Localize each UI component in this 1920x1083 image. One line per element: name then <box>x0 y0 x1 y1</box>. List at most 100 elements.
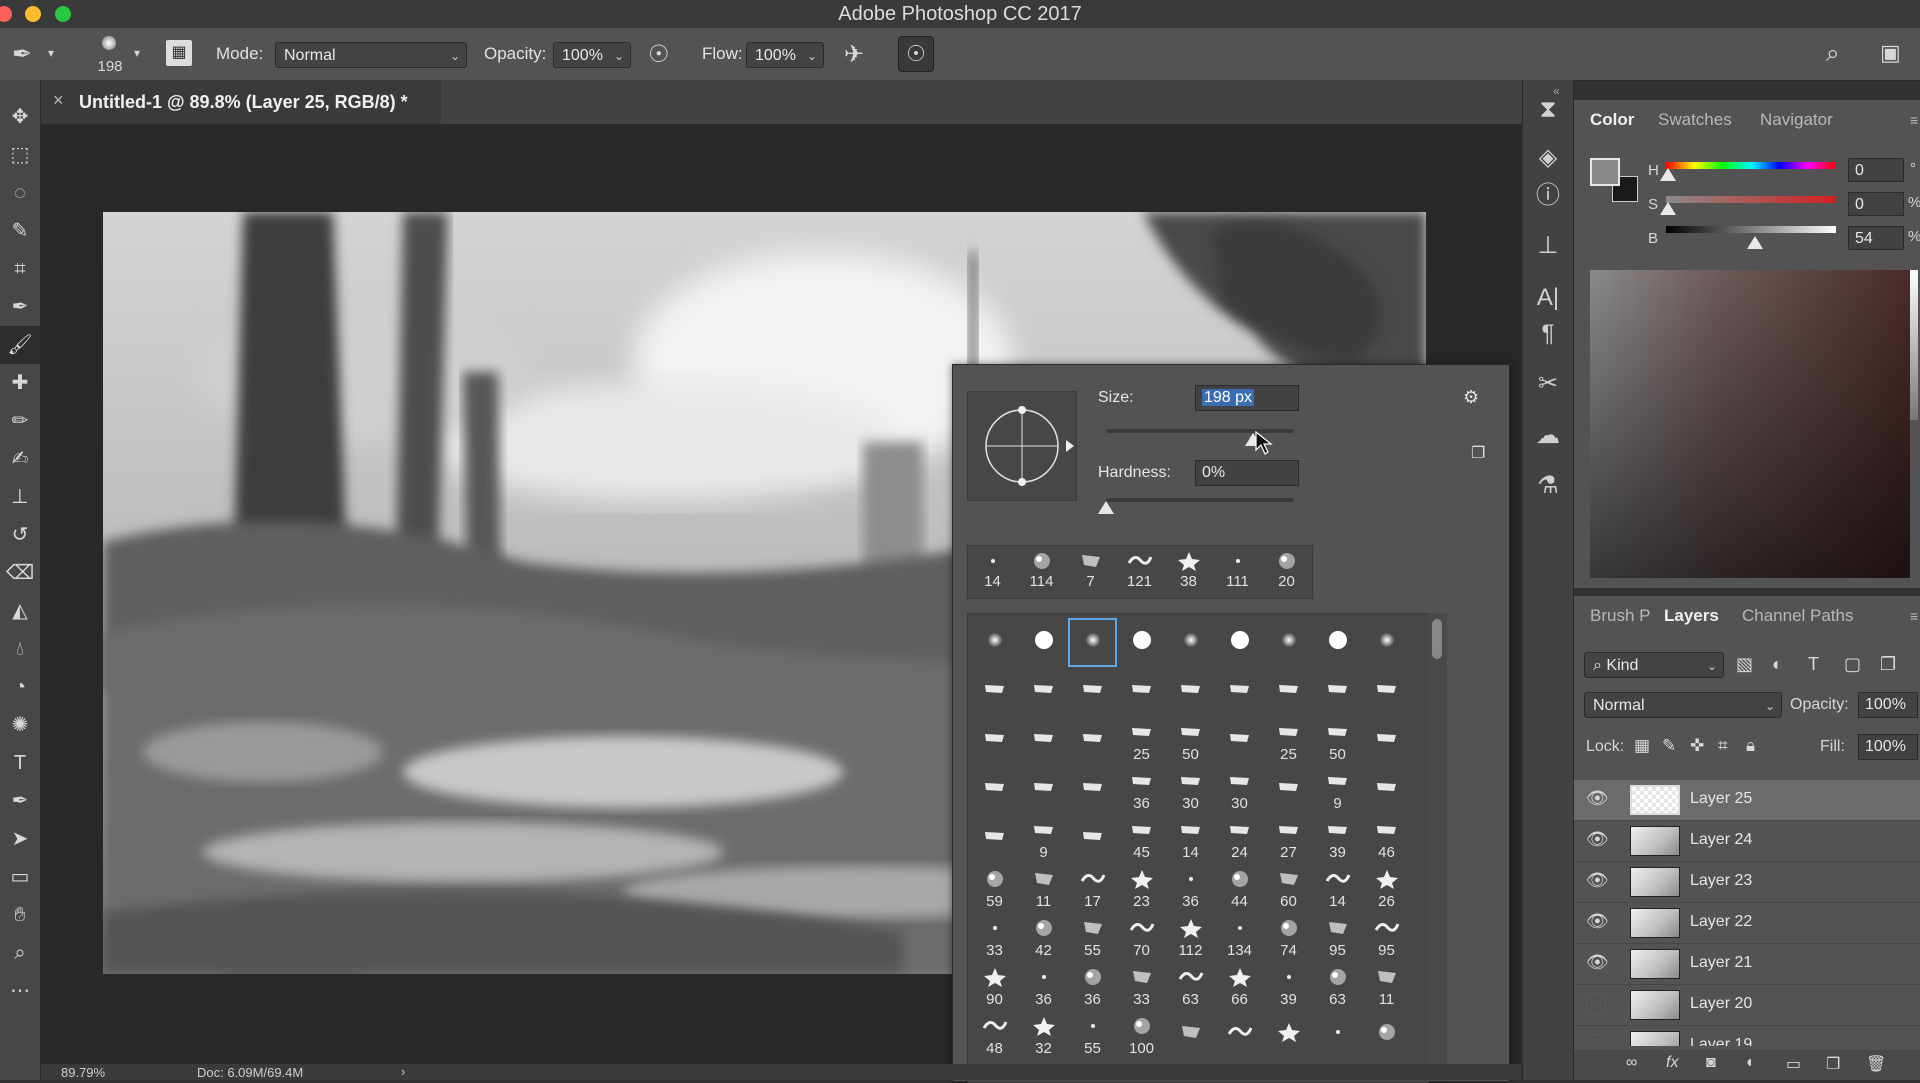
layer-thumbnail[interactable] <box>1630 867 1680 897</box>
brush-preset[interactable] <box>1264 765 1313 814</box>
brush-preset[interactable]: 9 <box>1313 765 1362 814</box>
lock-all-icon[interactable]: 🔒︎ <box>1746 736 1755 756</box>
brush-preset[interactable] <box>1215 716 1264 765</box>
crop-icon[interactable]: ⌗ <box>0 250 40 288</box>
brush-preset-icon[interactable]: ✒ <box>12 40 32 69</box>
brush-preset[interactable]: 9 <box>1019 814 1068 863</box>
pencil-icon[interactable]: ✏ <box>0 402 40 440</box>
brush-preset[interactable] <box>1166 618 1215 667</box>
brush-preset[interactable] <box>1019 667 1068 716</box>
layer-row[interactable]: 👁︎ Layer 24 <box>1574 821 1920 862</box>
hardness-slider-thumb[interactable] <box>1098 501 1114 514</box>
blend-mode-dropdown[interactable]: Normal ⌄ <box>1584 692 1782 718</box>
brush-preset[interactable] <box>970 765 1019 814</box>
layer-thumbnail[interactable] <box>1630 1031 1680 1046</box>
brightness-slider[interactable] <box>1666 226 1836 233</box>
brush-preset[interactable]: 14 <box>1313 863 1362 912</box>
eye-hidden-icon[interactable] <box>1586 993 1606 1015</box>
color-field[interactable] <box>1590 270 1910 578</box>
tab-channels[interactable]: Channel <box>1742 596 1805 636</box>
layer-thumbnail[interactable] <box>1630 785 1680 815</box>
brush-preset[interactable]: 26 <box>1362 863 1411 912</box>
3d-icon[interactable]: ◈ <box>1523 138 1573 178</box>
history-brush-icon[interactable]: ↺ <box>0 516 40 554</box>
eye-hidden-icon[interactable] <box>1586 1034 1606 1046</box>
brush-preset[interactable]: 11 <box>1019 863 1068 912</box>
quick-select-icon[interactable]: ✎ <box>0 212 40 250</box>
minimize-window-button[interactable] <box>25 6 41 22</box>
brush-preset[interactable]: 42 <box>1019 912 1068 961</box>
brush-preset[interactable]: 95 <box>1313 912 1362 961</box>
brush-preset[interactable] <box>1313 1010 1362 1059</box>
brush-preset[interactable]: 100 <box>1117 1010 1166 1059</box>
mixer-brush-icon[interactable]: ✍ <box>0 440 40 478</box>
brush-preset[interactable]: 48 <box>970 1010 1019 1059</box>
brush-preset[interactable] <box>1264 667 1313 716</box>
recent-brush[interactable]: 114 <box>1017 547 1066 596</box>
link-layers-icon[interactable]: ∞ <box>1626 1054 1637 1072</box>
trash-icon[interactable]: 🗑︎ <box>1866 1054 1886 1074</box>
brush-angle-preview[interactable] <box>967 391 1077 501</box>
filter-kind-dropdown[interactable]: ⌕ Kind ⌄ <box>1584 652 1724 678</box>
eye-icon[interactable]: 👁︎ <box>1586 788 1609 809</box>
layer-row[interactable]: 👁︎ Layer 23 <box>1574 862 1920 903</box>
brush-preset[interactable]: 55 <box>1068 912 1117 961</box>
hardness-input[interactable]: 0% <box>1195 460 1299 486</box>
brush-preset[interactable] <box>1362 667 1411 716</box>
lock-artboard-icon[interactable]: ⌗ <box>1718 736 1728 756</box>
brush-preset[interactable] <box>1068 814 1117 863</box>
panel-menu-icon[interactable]: ≡ <box>1910 608 1918 624</box>
brush-preset[interactable]: 33 <box>1117 961 1166 1010</box>
brush-preset[interactable] <box>1068 667 1117 716</box>
brush-preset[interactable] <box>1166 667 1215 716</box>
recent-brush[interactable]: 7 <box>1066 547 1115 596</box>
paragraph-icon[interactable]: ¶ <box>1523 314 1573 354</box>
brightness-slider-thumb[interactable] <box>1747 236 1763 249</box>
brush-preset[interactable]: 30 <box>1215 765 1264 814</box>
path-select-icon[interactable]: ➤ <box>0 820 40 858</box>
saturation-slider-thumb[interactable] <box>1660 202 1676 215</box>
info-icon[interactable]: ⓘ <box>1523 176 1573 216</box>
brush-preset[interactable]: 23 <box>1117 863 1166 912</box>
dodge-icon[interactable]: ◔ <box>0 668 40 706</box>
brush-preset[interactable] <box>1362 1010 1411 1059</box>
brush-preset[interactable] <box>1313 618 1362 667</box>
type-icon[interactable]: T <box>0 744 40 782</box>
chevron-down-icon[interactable]: ⌄ <box>614 43 624 69</box>
brush-preset[interactable] <box>1362 618 1411 667</box>
new-layer-icon[interactable]: ❐ <box>1826 1054 1840 1074</box>
sponge-icon[interactable]: ✺ <box>0 706 40 744</box>
layer-row[interactable]: 👁︎ Layer 25 <box>1574 780 1920 821</box>
brush-preset[interactable]: 50 <box>1166 716 1215 765</box>
lock-transparent-icon[interactable]: ▦ <box>1634 736 1650 756</box>
brush-preset-chevron-icon[interactable]: ▾ <box>48 46 54 60</box>
zoom-icon[interactable]: ⌕ <box>0 934 40 972</box>
tab-paths[interactable]: Paths <box>1810 596 1853 636</box>
character-icon[interactable]: A| <box>1523 278 1573 318</box>
pen-icon[interactable]: ✒ <box>0 782 40 820</box>
zoom-readout[interactable]: 89.79% <box>61 1065 105 1080</box>
brush-preset[interactable] <box>1019 765 1068 814</box>
eye-icon[interactable]: 👁︎ <box>1586 911 1609 932</box>
brush-preset[interactable]: 45 <box>1117 814 1166 863</box>
filter-type-icon[interactable]: T <box>1808 654 1819 675</box>
recent-brush[interactable]: 20 <box>1262 547 1311 596</box>
add-mask-icon[interactable]: ◙ <box>1706 1054 1716 1072</box>
workspace-icon[interactable]: ▣ <box>1880 40 1901 66</box>
brush-preset[interactable] <box>970 667 1019 716</box>
adjustment-layer-icon[interactable]: ◐ <box>1746 1054 1756 1072</box>
pressure-size-icon[interactable]: ☉ <box>898 36 934 72</box>
brush-preset[interactable]: 74 <box>1264 912 1313 961</box>
brush-preset[interactable]: 63 <box>1166 961 1215 1010</box>
tab-layers[interactable]: Layers <box>1664 596 1719 636</box>
hue-input[interactable]: 0 <box>1848 158 1904 182</box>
brush-preset[interactable] <box>970 618 1019 667</box>
hardness-slider[interactable] <box>1106 498 1294 502</box>
tab-navigator[interactable]: Navigator <box>1760 100 1833 140</box>
zoom-window-button[interactable] <box>55 6 71 22</box>
brush-picker-chevron-icon[interactable]: ▾ <box>134 46 140 60</box>
layer-thumbnail[interactable] <box>1630 990 1680 1020</box>
brush-preset[interactable]: 36 <box>1117 765 1166 814</box>
recent-brush[interactable]: 111 <box>1213 547 1262 596</box>
filter-smart-object-icon[interactable]: ❐ <box>1880 654 1896 675</box>
